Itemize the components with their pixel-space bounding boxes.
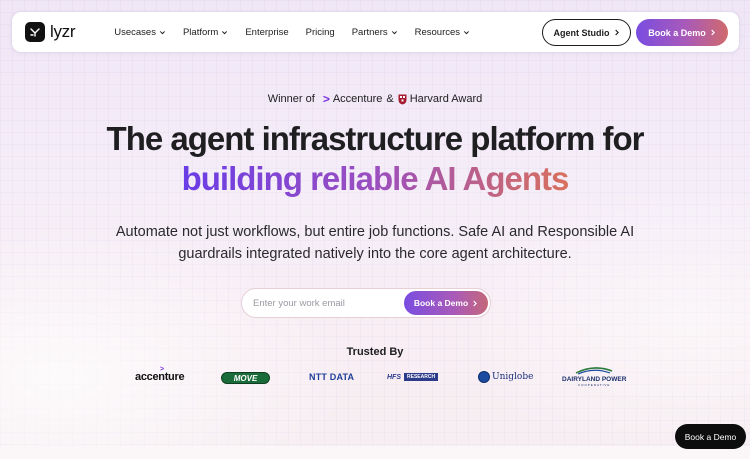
lyzr-logo[interactable]: lyzr [25,22,76,42]
menu-label: Pricing [305,26,335,38]
menu-item-enterprise[interactable]: Enterprise [245,27,288,38]
menu-label: Resources [414,26,461,38]
chevron-right-icon [473,300,478,306]
globe-icon [478,371,490,383]
chevron-down-icon [464,30,470,34]
headline-line2: building reliable AI Agents [0,160,750,198]
harvard-crest-icon [398,94,407,104]
agent-studio-label: Agent Studio [553,27,610,38]
hero-book-demo-button[interactable]: Book a Demo [404,291,488,315]
menu-item-partners[interactable]: Partners [352,27,398,38]
trusted-logos-row: > accenture MOVE NTT DATA HFS RESEARCH U… [0,366,750,392]
menu-label: Enterprise [245,26,289,38]
chevron-down-icon [391,30,397,34]
chevron-down-icon [222,30,228,34]
email-signup-form: Book a Demo [241,288,491,318]
hero-cta-label: Book a Demo [413,298,469,308]
headline-gradient-text: building reliable AI Agents [181,160,570,197]
top-navbar: lyzr Usecases Platform Enterprise Pricin… [11,11,740,53]
winner-amp: & [386,93,394,105]
menu-item-platform[interactable]: Platform [183,27,228,38]
dairyland-power-logo: DAIRYLAND POWER COOPERATIVE [562,366,626,387]
dairyland-swoosh-icon [575,367,613,375]
award-banner: Winner of > Accenture & Harvard Award [0,92,750,106]
ntt-logo-text: NTT DATA [309,372,355,382]
lyzr-mark-icon [25,22,45,42]
winner-award: Harvard Award [409,93,483,105]
agent-studio-button[interactable]: Agent Studio [542,19,631,46]
winner-prefix: Winner of [267,93,315,105]
hfs-logo-text: HFS [387,373,401,381]
book-demo-label: Book a Demo [648,27,706,38]
move-logo-text: MOVE [233,373,258,383]
menu-label: Platform [182,26,219,38]
accenture-logo: > accenture [135,366,185,383]
uniglobe-logo-text: Uniglobe [492,372,534,382]
nav-book-demo-button[interactable]: Book a Demo [636,19,728,46]
menu-item-usecases[interactable]: Usecases [114,27,166,38]
move-logo: MOVE [221,372,270,384]
subheadline: Automate not just workflows, but entire … [115,224,635,262]
ntt-data-logo: NTT DATA [309,372,354,382]
menu-item-pricing[interactable]: Pricing [306,27,335,38]
menu-label: Usecases [114,26,156,38]
menu-label: Partners [351,26,388,38]
uniglobe-logo: Uniglobe [478,371,533,383]
dairyland-logo-sub: COOPERATIVE [577,383,611,387]
chevron-right-icon [711,29,715,36]
floating-book-demo-button[interactable]: Book a Demo [675,424,746,449]
main-menu: Usecases Platform Enterprise Pricing Par… [114,27,487,38]
hfs-logo-tag: RESEARCH [404,373,439,381]
menu-item-resources[interactable]: Resources [415,27,470,38]
headline-line1: The agent infrastructure platform for [106,120,645,157]
hfs-research-logo: HFS RESEARCH [387,373,439,381]
chevron-right-icon [614,29,619,36]
chevron-down-icon [159,30,165,34]
winner-partner: Accenture [332,93,383,105]
trusted-by-heading: Trusted By [346,346,404,358]
work-email-input[interactable] [253,297,398,309]
accenture-mark-icon: > [322,92,330,106]
bottom-strip [0,446,750,459]
dairyland-logo-text: DAIRYLAND POWER [562,376,627,383]
logo-text: lyzr [50,22,76,41]
floating-demo-label: Book a Demo [684,431,737,442]
